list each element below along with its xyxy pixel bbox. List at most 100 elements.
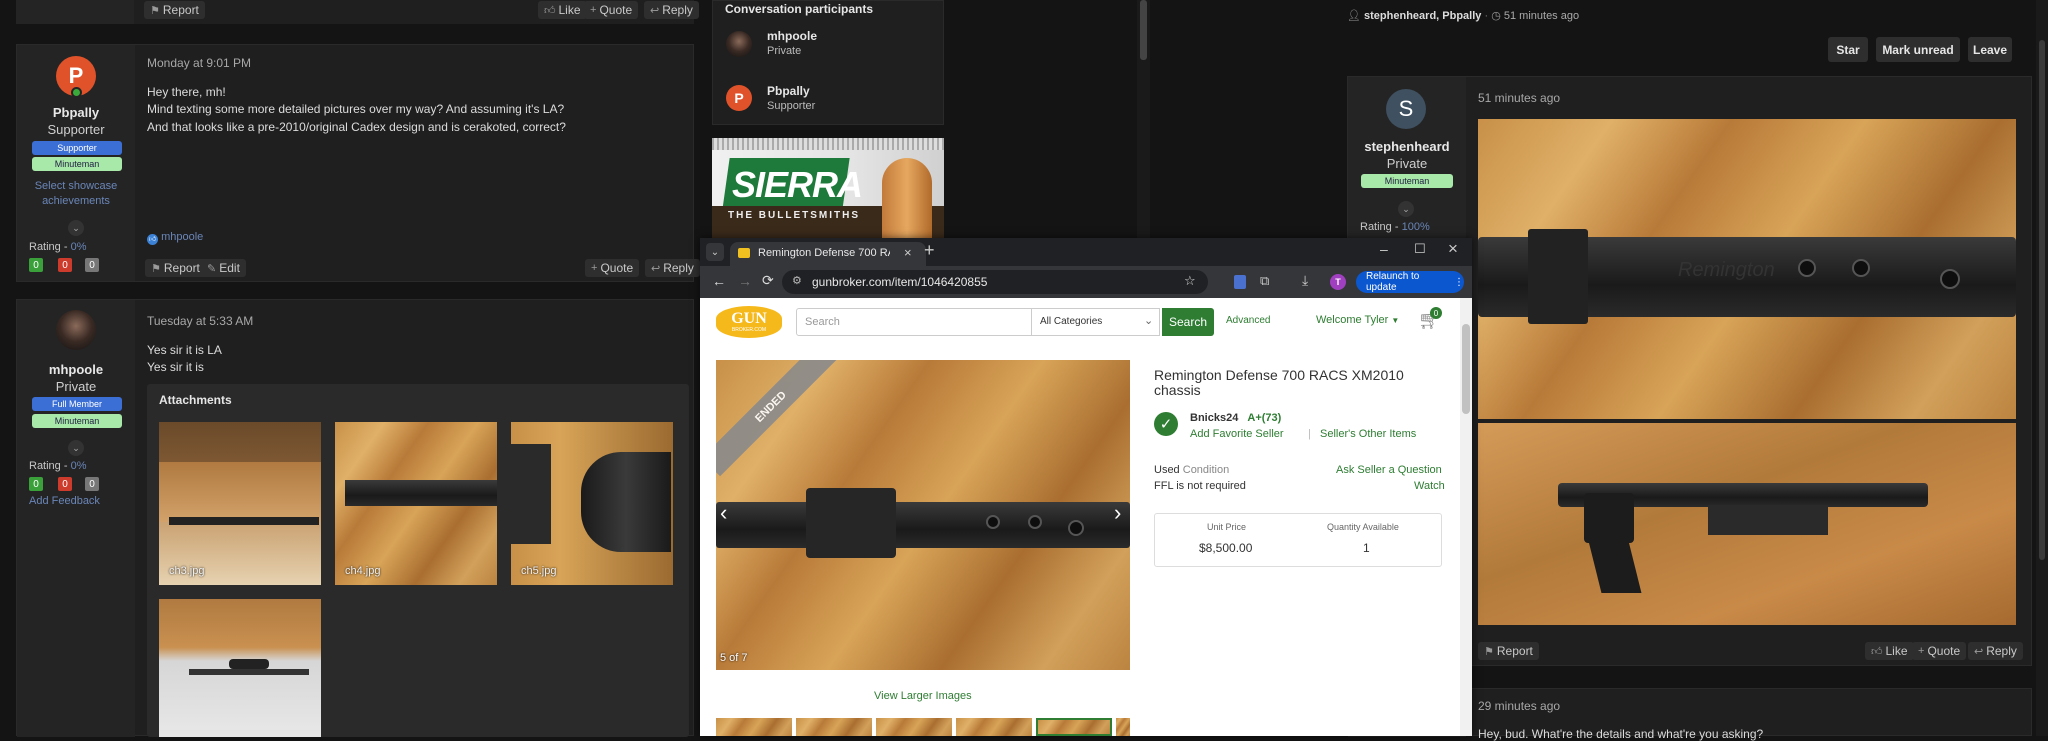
participant-name[interactable]: Pbpally	[767, 84, 810, 98]
star-button[interactable]: Star	[1828, 37, 1868, 62]
forward-button[interactable]: →	[738, 273, 752, 289]
report-button[interactable]: ⚑ Report	[144, 1, 205, 19]
back-button[interactable]: ←	[712, 273, 726, 289]
welcome-menu[interactable]: Welcome Tyler ▼	[1316, 314, 1399, 326]
address-bar[interactable]: ⚙ gunbroker.com/item/1046420855 ☆	[782, 270, 1208, 294]
attachment-thumbnail[interactable]	[159, 599, 321, 737]
quote-button[interactable]: + Quote	[585, 259, 640, 277]
quantity-label: Quantity Available	[1327, 522, 1399, 532]
post-date[interactable]: Tuesday at 5:33 AM	[147, 314, 253, 328]
report-button[interactable]: ⚑ Report	[1478, 642, 1539, 660]
prev-image-button[interactable]: ‹	[720, 500, 727, 526]
page-scrollbar[interactable]	[1460, 298, 1472, 736]
reload-button[interactable]: ⟳	[762, 272, 774, 289]
close-window-button[interactable]: ×	[1448, 239, 1458, 259]
add-feedback-link[interactable]: Add Feedback	[29, 495, 100, 507]
seller-other-items-link[interactable]: Seller's Other Items	[1320, 428, 1416, 440]
next-image-button[interactable]: ›	[1114, 500, 1121, 526]
avatar[interactable]: S	[1386, 89, 1426, 129]
chevron-down-icon[interactable]: ⌄	[1398, 201, 1414, 217]
bookmark-star-icon[interactable]: ☆	[1184, 273, 1196, 289]
negative-rating[interactable]: 0	[58, 258, 72, 272]
site-info-icon[interactable]: ⚙	[792, 274, 802, 287]
search-input[interactable]: Search	[796, 308, 1032, 336]
post-date[interactable]: 29 minutes ago	[1478, 699, 1560, 713]
like-button[interactable]: 👍︎ Like	[1865, 642, 1914, 660]
listing-thumbnail-selected[interactable]	[1036, 718, 1112, 736]
attachment-thumbnail[interactable]: ch4.jpg	[335, 422, 497, 585]
participant-role: Supporter	[767, 100, 816, 112]
extensions-puzzle-icon[interactable]: ⧉	[1260, 273, 1269, 289]
reply-button[interactable]: ↩ Reply	[644, 1, 699, 19]
positive-rating[interactable]: 0	[29, 258, 43, 272]
like-button[interactable]: 👍︎ Like	[538, 1, 587, 19]
minimize-button[interactable]: –	[1380, 241, 1388, 257]
positive-rating[interactable]: 0	[29, 477, 43, 491]
avatar[interactable]: P	[726, 85, 752, 111]
reply-button[interactable]: ↩ Reply	[645, 259, 700, 277]
neutral-rating[interactable]: 0	[85, 477, 99, 491]
participants-panel: Conversation participants mhpoole Privat…	[712, 0, 944, 125]
watch-link[interactable]: Watch	[1414, 480, 1445, 492]
chevron-down-icon[interactable]: ⌄	[68, 220, 84, 236]
participant-name[interactable]: mhpoole	[767, 29, 817, 43]
seller-name[interactable]: Bnicks24 A+(73)	[1190, 412, 1281, 424]
ask-seller-link[interactable]: Ask Seller a Question	[1336, 464, 1442, 476]
flag-icon: ⚑	[150, 4, 160, 17]
listing-thumbnail[interactable]	[956, 718, 1032, 736]
view-larger-images-link[interactable]: View Larger Images	[874, 690, 972, 702]
quote-button[interactable]: + Quote	[1912, 642, 1967, 660]
message-image[interactable]	[1478, 423, 2016, 625]
listing-main-image[interactable]: ENDED ‹ › 5 of 7	[716, 360, 1130, 670]
username[interactable]: stephenheard	[1348, 139, 1466, 154]
maximize-button[interactable]: ☐	[1414, 241, 1426, 257]
user-title: Supporter	[47, 122, 105, 137]
image-counter: 5 of 7	[720, 652, 748, 664]
advanced-search-link[interactable]: Advanced	[1226, 315, 1270, 326]
close-tab-icon[interactable]: ×	[904, 245, 912, 260]
category-select[interactable]: All Categories ⌄	[1032, 308, 1160, 336]
post-date[interactable]: 51 minutes ago	[1478, 91, 1560, 105]
listing-thumbnail[interactable]	[876, 718, 952, 736]
gunbroker-logo[interactable]: GUN BROKER.COM	[716, 306, 782, 338]
listing-thumbnail[interactable]	[796, 718, 872, 736]
search-button[interactable]: Search	[1162, 308, 1214, 336]
minuteman-badge: Minuteman	[32, 414, 122, 428]
attachment-thumbnail[interactable]: ch3.jpg	[159, 422, 321, 585]
liked-by[interactable]: 👍︎ mhpoole	[147, 231, 203, 245]
edit-button[interactable]: ✎ Edit	[201, 259, 246, 277]
new-tab-button[interactable]: +	[924, 240, 935, 261]
listing-thumbnail[interactable]	[716, 718, 792, 736]
add-favorite-seller-link[interactable]: Add Favorite Seller	[1190, 428, 1284, 440]
username[interactable]: mhpoole	[17, 362, 135, 377]
left-forum-column: ⚑ Report 👍︎ Like + Quote ↩ Reply P Pbpally S…	[0, 0, 710, 737]
listing-thumbnail[interactable]	[1116, 718, 1130, 736]
leave-button[interactable]: Leave	[1968, 37, 2012, 62]
extension-icon[interactable]	[1234, 275, 1246, 289]
browser-tab[interactable]: Remington Defense 700 RACS ×	[730, 242, 926, 266]
download-icon[interactable]: ⤓	[1302, 272, 1308, 289]
negative-rating[interactable]: 0	[58, 477, 72, 491]
showcase-link[interactable]: Select showcase achievements	[17, 179, 135, 209]
quote-button[interactable]: + Quote	[584, 1, 639, 19]
avatar[interactable]	[726, 31, 752, 57]
caret-down-icon: ▼	[1391, 316, 1400, 325]
neutral-rating[interactable]: 0	[85, 258, 99, 272]
reply-button[interactable]: ↩ Reply	[1968, 642, 2023, 660]
scrollbar[interactable]	[2036, 0, 2048, 736]
tab-search-button[interactable]: ⌄	[706, 243, 724, 261]
avatar[interactable]	[56, 310, 96, 350]
scrollbar[interactable]	[1137, 0, 1150, 240]
message-image[interactable]: Remington	[1478, 119, 2016, 419]
username[interactable]: Pbpally	[17, 105, 135, 120]
post-date[interactable]: Monday at 9:01 PM	[147, 56, 251, 70]
sierra-ad-banner[interactable]: SIERRA THE BULLETSMITHS	[712, 138, 944, 240]
profile-avatar[interactable]: T	[1330, 274, 1346, 290]
mark-unread-button[interactable]: Mark unread	[1876, 37, 1960, 62]
attachment-thumbnail[interactable]: ch5.jpg	[511, 422, 673, 585]
rating-label: Rating - 0%	[29, 460, 87, 472]
relaunch-button[interactable]: Relaunch to update ⋮	[1356, 271, 1464, 293]
post-body-line: Yes sir it is	[147, 360, 204, 374]
report-button[interactable]: ⚑ Report	[145, 259, 206, 277]
chevron-down-icon[interactable]: ⌄	[68, 440, 84, 456]
